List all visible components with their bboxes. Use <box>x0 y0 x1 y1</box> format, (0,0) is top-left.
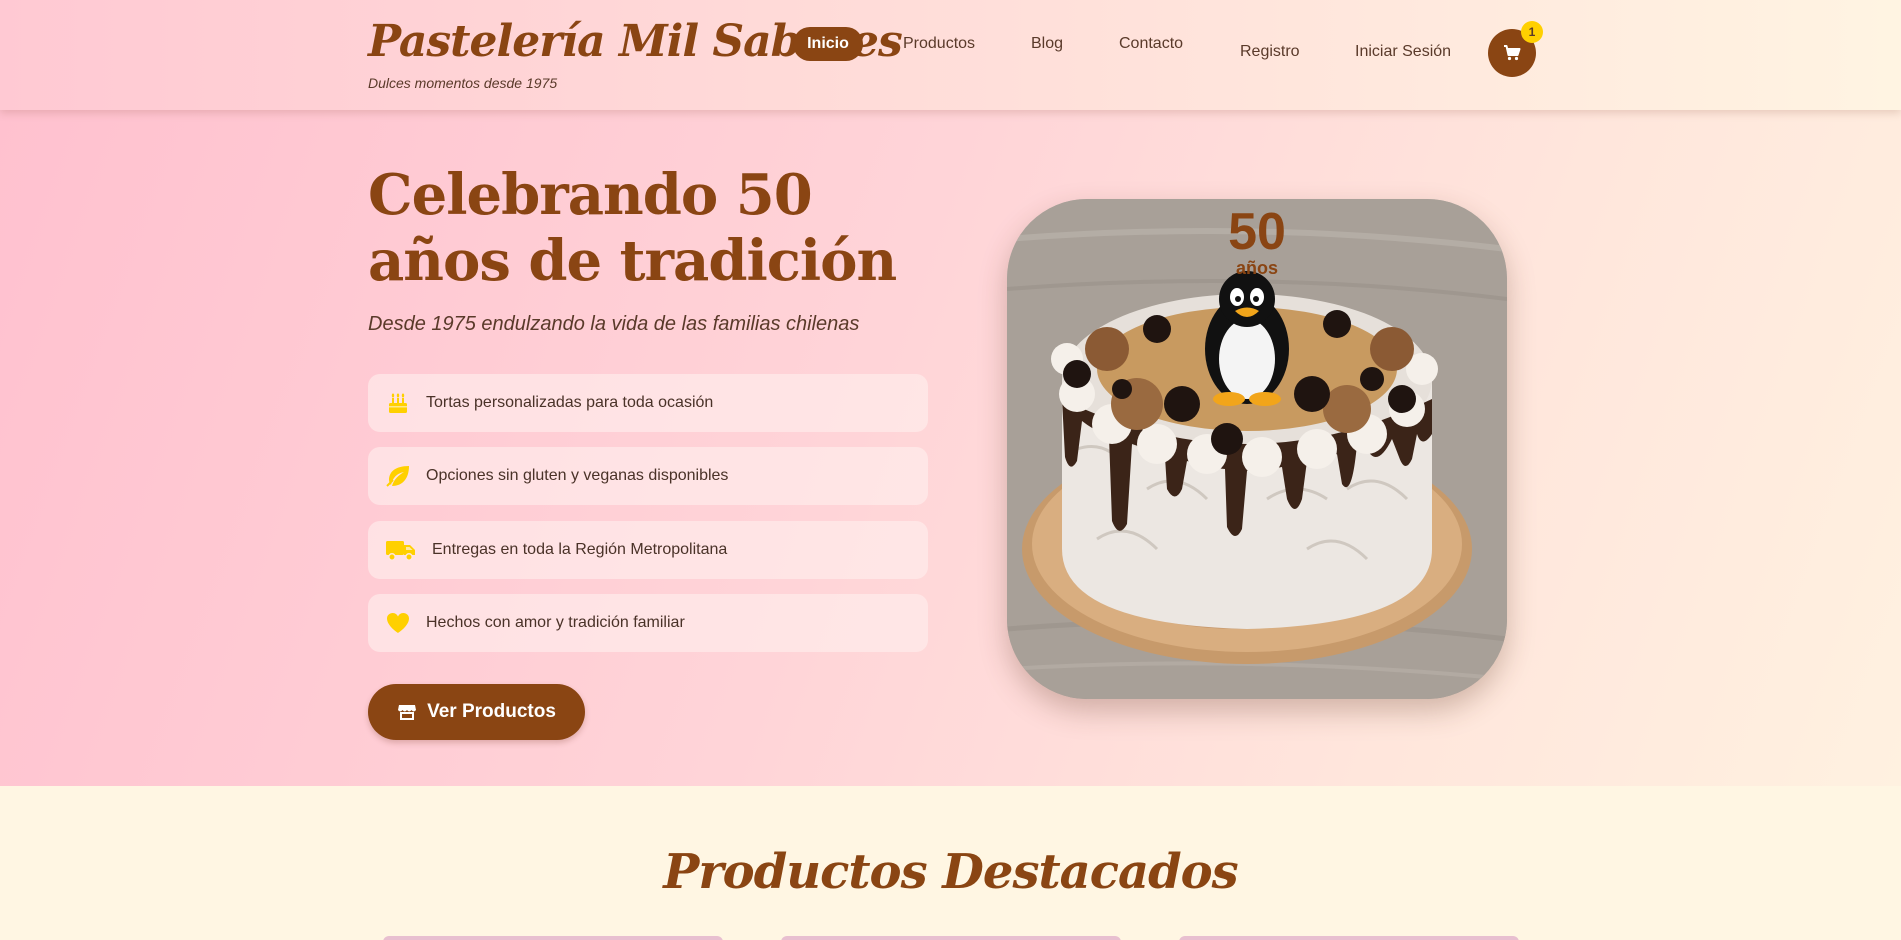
feature-item: Hechos con amor y tradición familiar <box>368 594 928 652</box>
nav-item-registro[interactable]: Registro <box>1240 43 1300 61</box>
badge-label: años <box>1235 258 1278 278</box>
birthday-cake-icon <box>384 389 412 417</box>
feature-item: Entregas en toda la Región Metropolitana <box>368 521 928 579</box>
ver-productos-button[interactable]: Ver Productos <box>368 684 585 740</box>
feature-text: Hechos con amor y tradición familiar <box>426 614 685 631</box>
nav-item-contacto[interactable]: Contacto <box>1119 35 1183 53</box>
truck-icon <box>384 536 418 564</box>
feature-item: Tortas personalizadas para toda ocasión <box>368 374 928 432</box>
badge-number: 50 <box>1228 203 1286 261</box>
hero-subtitle: Desde 1975 endulzando la vida de las fam… <box>368 313 860 335</box>
product-card[interactable] <box>781 936 1121 940</box>
leaf-icon <box>384 462 412 490</box>
product-card[interactable] <box>1179 936 1519 940</box>
cart-count-badge: 1 <box>1521 21 1543 43</box>
fifty-years-badge: 50 años <box>1217 206 1297 278</box>
nav-item-inicio[interactable]: Inicio <box>793 27 863 61</box>
feature-text: Entregas en toda la Región Metropolitana <box>432 541 728 558</box>
hero-section: Celebrando 50 años de tradición Desde 19… <box>0 110 1901 786</box>
site-tagline: Dulces momentos desde 1975 <box>368 75 558 91</box>
section-title: Productos Destacados <box>663 844 1238 900</box>
featured-products-section: Productos Destacados <box>0 786 1901 940</box>
site-header: Pastelería Mil Sabores Dulces momentos d… <box>0 0 1901 110</box>
nav-item-iniciar-sesion[interactable]: Iniciar Sesión <box>1355 43 1451 61</box>
heart-icon <box>384 609 412 637</box>
nav-item-productos[interactable]: Productos <box>903 35 975 53</box>
ver-productos-label: Ver Productos <box>427 701 556 722</box>
cart-icon <box>1504 45 1521 61</box>
hero-title: Celebrando 50 años de tradición <box>368 162 897 294</box>
nav-item-blog[interactable]: Blog <box>1031 35 1063 53</box>
store-icon <box>398 705 417 720</box>
product-card[interactable] <box>383 936 723 940</box>
feature-text: Opciones sin gluten y veganas disponible… <box>426 467 729 484</box>
feature-item: Opciones sin gluten y veganas disponible… <box>368 447 928 505</box>
feature-text: Tortas personalizadas para toda ocasión <box>426 394 714 411</box>
